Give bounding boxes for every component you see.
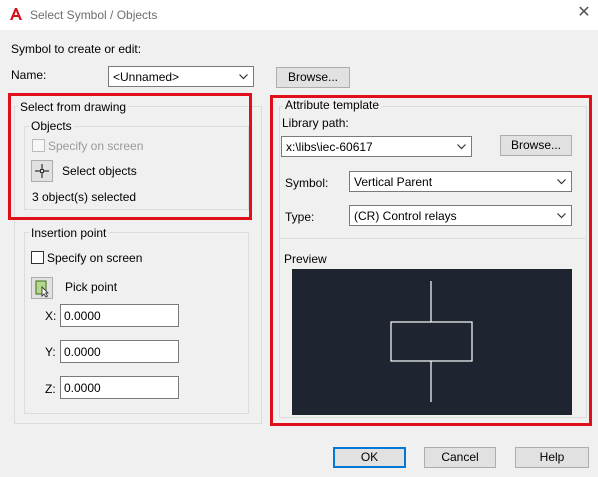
relay-symbol-graphic [390,281,473,402]
chevron-down-icon [239,74,248,80]
divider [280,238,586,239]
symbol-value: Vertical Parent [354,175,433,189]
z-label: Z: [45,382,56,396]
help-button[interactable]: Help [515,447,589,468]
y-input[interactable] [61,341,178,362]
x-label: X: [45,309,57,323]
preview-title: Preview [284,252,327,266]
window-title: Select Symbol / Objects [30,8,158,22]
library-browse-button[interactable]: Browse... [500,135,572,156]
close-icon[interactable]: ✕ [576,5,592,21]
chevron-down-icon [557,213,566,219]
chevron-down-icon [557,179,566,185]
symbol-heading: Symbol to create or edit: [11,42,142,56]
autocad-a-icon [9,7,23,21]
name-value: <Unnamed> [113,70,180,84]
symbol-preview [292,269,572,415]
select-from-drawing-title: Select from drawing [18,100,129,114]
name-combobox[interactable]: <Unnamed> [108,66,254,87]
pick-point-label: Pick point [65,280,118,294]
symbol-combobox[interactable]: Vertical Parent [349,171,572,192]
name-label: Name: [11,68,47,82]
type-value: (CR) Control relays [354,209,457,223]
y-field[interactable] [60,340,179,363]
pick-point-button[interactable] [31,277,53,299]
insertion-specify-checkbox[interactable] [31,251,44,264]
type-label: Type: [285,210,315,224]
cancel-button[interactable]: Cancel [424,447,496,468]
type-combobox[interactable]: (CR) Control relays [349,205,572,226]
x-field[interactable] [60,304,179,327]
z-input[interactable] [61,377,178,398]
insertion-specify-label: Specify on screen [47,251,143,265]
x-input[interactable] [61,305,178,326]
library-path-combobox[interactable]: x:\libs\iec-60617 [281,136,472,157]
insertion-point-title: Insertion point [29,226,109,240]
attribute-template-title: Attribute template [283,98,382,112]
title-bar: Select Symbol / Objects ✕ [0,0,598,30]
z-field[interactable] [60,376,179,399]
pick-point-icon [35,280,49,298]
symbol-browse-button[interactable]: Browse... [276,67,350,88]
library-path-label: Library path: [282,116,349,130]
symbol-label: Symbol: [285,176,329,190]
ok-button[interactable]: OK [333,447,406,468]
y-label: Y: [45,345,56,359]
chevron-down-icon [457,144,466,150]
library-path-value: x:\libs\iec-60617 [286,140,373,154]
